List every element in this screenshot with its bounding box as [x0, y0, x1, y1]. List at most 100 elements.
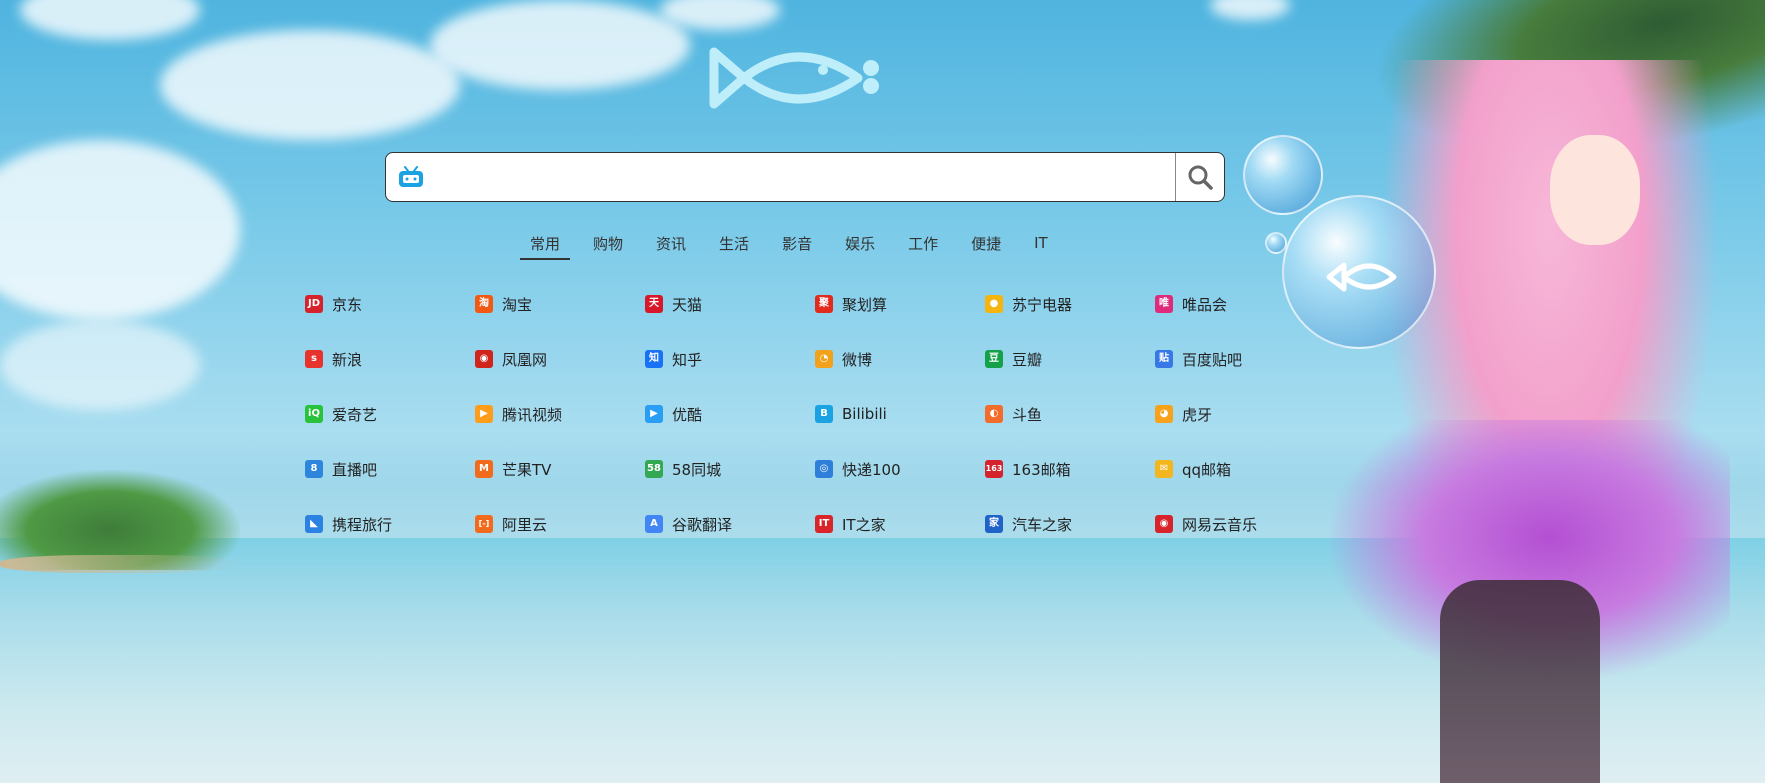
quick-link[interactable]: 唯唯品会	[1155, 290, 1325, 318]
58-icon: 58	[645, 460, 663, 478]
quick-link[interactable]: ✉ qq邮箱	[1155, 455, 1325, 483]
quick-link[interactable]: 贴百度贴吧	[1155, 345, 1325, 373]
quick-link[interactable]: 淘淘宝	[475, 290, 645, 318]
juhuasuan-icon: 聚	[815, 295, 833, 313]
suning-icon: ●	[985, 295, 1003, 313]
quick-link[interactable]: 豆豆瓣	[985, 345, 1155, 373]
quick-link-label: 58同城	[672, 460, 722, 479]
tab-3[interactable]: 生活	[709, 228, 759, 258]
quick-link[interactable]: 58 58同城	[645, 455, 815, 483]
quick-link-label: 快递100	[842, 460, 901, 479]
search-submit-button[interactable]	[1175, 153, 1224, 201]
quick-link[interactable]: 8 直播吧	[305, 455, 475, 483]
quick-link-label: 淘宝	[502, 295, 533, 314]
kuaidi100-icon: ◎	[815, 460, 833, 478]
autohome-icon: 家	[985, 515, 1003, 533]
tab-0[interactable]: 常用	[520, 228, 571, 260]
new-tab-page: 常用 购物 资讯 生活 影音 娱乐 工作 便捷 IT JD 京东淘淘宝天天猫聚聚划算 ● 苏宁电器唯唯…	[0, 0, 1765, 783]
quick-link[interactable]: 知知乎	[645, 345, 815, 373]
quick-link-label: 网易云音乐	[1182, 515, 1258, 534]
background-cloud	[160, 30, 460, 140]
quick-link-label: 汽车之家	[1012, 515, 1073, 534]
bilibili-icon: B	[815, 405, 833, 423]
quick-link-label: 聚划算	[842, 295, 888, 314]
bilibili-tv-icon	[399, 166, 423, 187]
quick-link-label: qq邮箱	[1182, 460, 1232, 479]
quick-link-label: 凤凰网	[502, 350, 548, 369]
quick-link-label: 携程旅行	[332, 515, 393, 534]
mail163-icon: 163	[985, 460, 1003, 478]
zhihu-icon: 知	[645, 350, 663, 368]
character-legs	[1440, 580, 1600, 783]
sina-icon: s	[305, 350, 323, 368]
qqmail-icon: ✉	[1155, 460, 1173, 478]
quick-link[interactable]: iQ 爱奇艺	[305, 400, 475, 428]
background-cloud	[1210, 0, 1290, 20]
google-translate-icon: A	[645, 515, 663, 533]
quick-link[interactable]: 天天猫	[645, 290, 815, 318]
search-input[interactable]	[436, 154, 1175, 200]
search-bar	[385, 152, 1225, 202]
quick-link-label: 知乎	[672, 350, 703, 369]
mgtv-icon: M	[475, 460, 493, 478]
quick-link[interactable]: IT IT之家	[815, 510, 985, 538]
huya-icon: ◕	[1155, 405, 1173, 423]
quick-link-label: 爱奇艺	[332, 405, 378, 424]
tab-2[interactable]: 资讯	[646, 228, 696, 258]
youku-icon: ▶	[645, 405, 663, 423]
background-cloud	[0, 320, 200, 410]
quick-link[interactable]: ● 苏宁电器	[985, 290, 1155, 318]
quick-link[interactable]: ◉ 网易云音乐	[1155, 510, 1325, 538]
ifeng-icon: ◉	[475, 350, 493, 368]
quick-link-label: 腾讯视频	[502, 405, 563, 424]
quick-link[interactable]: 163 163邮箱	[985, 455, 1155, 483]
quick-link[interactable]: ◉ 凤凰网	[475, 345, 645, 373]
quick-link-label: 新浪	[332, 350, 363, 369]
quick-link[interactable]: [-] 阿里云	[475, 510, 645, 538]
quick-link[interactable]: ▶ 腾讯视频	[475, 400, 645, 428]
quick-link-label: 天猫	[672, 295, 703, 314]
tab-5[interactable]: 娱乐	[835, 228, 885, 258]
zhibo8-icon: 8	[305, 460, 323, 478]
tab-8[interactable]: IT	[1024, 228, 1058, 258]
quick-links-grid: JD 京东淘淘宝天天猫聚聚划算 ● 苏宁电器唯唯品会 s 新浪 ◉ 凤凰网知知乎 ◔ 微博豆豆瓣贴…	[305, 290, 1325, 565]
quick-link[interactable]: 聚聚划算	[815, 290, 985, 318]
tab-6[interactable]: 工作	[898, 228, 948, 258]
search-icon	[1188, 165, 1213, 190]
quick-link-label: 阿里云	[502, 515, 548, 534]
quick-link[interactable]: A 谷歌翻译	[645, 510, 815, 538]
taobao-icon: 淘	[475, 295, 493, 313]
quick-link[interactable]: JD 京东	[305, 290, 475, 318]
jd-icon: JD	[305, 295, 323, 313]
tab-7[interactable]: 便捷	[961, 228, 1011, 258]
weibo-icon: ◔	[815, 350, 833, 368]
tab-1[interactable]: 购物	[583, 228, 633, 258]
tmall-icon: 天	[645, 295, 663, 313]
quick-link[interactable]: ◕ 虎牙	[1155, 400, 1325, 428]
quick-link-label: 优酷	[672, 405, 703, 424]
background-beach	[0, 555, 240, 573]
quick-link[interactable]: ◎ 快递100	[815, 455, 985, 483]
quick-link[interactable]: ◣ 携程旅行	[305, 510, 475, 538]
tencent-video-icon: ▶	[475, 405, 493, 423]
quick-link[interactable]: s 新浪	[305, 345, 475, 373]
quick-link[interactable]: ◔ 微博	[815, 345, 985, 373]
iqiyi-icon: iQ	[305, 405, 323, 423]
quick-link[interactable]: ▶ 优酷	[645, 400, 815, 428]
quick-link-label: 京东	[332, 295, 363, 314]
background-cloud	[0, 140, 240, 320]
ithome-icon: IT	[815, 515, 833, 533]
bubble-tiny	[1265, 232, 1287, 254]
tab-4[interactable]: 影音	[772, 228, 822, 258]
quick-link-label: 虎牙	[1182, 405, 1213, 424]
quick-link-label: 豆瓣	[1012, 350, 1043, 369]
fish-logo-icon	[708, 40, 894, 112]
quick-link[interactable]: M 芒果TV	[475, 455, 645, 483]
character-face	[1550, 135, 1640, 245]
quick-link-label: 微博	[842, 350, 873, 369]
quick-link[interactable]: B Bilibili	[815, 400, 985, 428]
tieba-icon: 贴	[1155, 350, 1173, 368]
quick-link[interactable]: 家汽车之家	[985, 510, 1155, 538]
quick-link[interactable]: ◐ 斗鱼	[985, 400, 1155, 428]
search-engine-selector[interactable]	[386, 153, 436, 201]
